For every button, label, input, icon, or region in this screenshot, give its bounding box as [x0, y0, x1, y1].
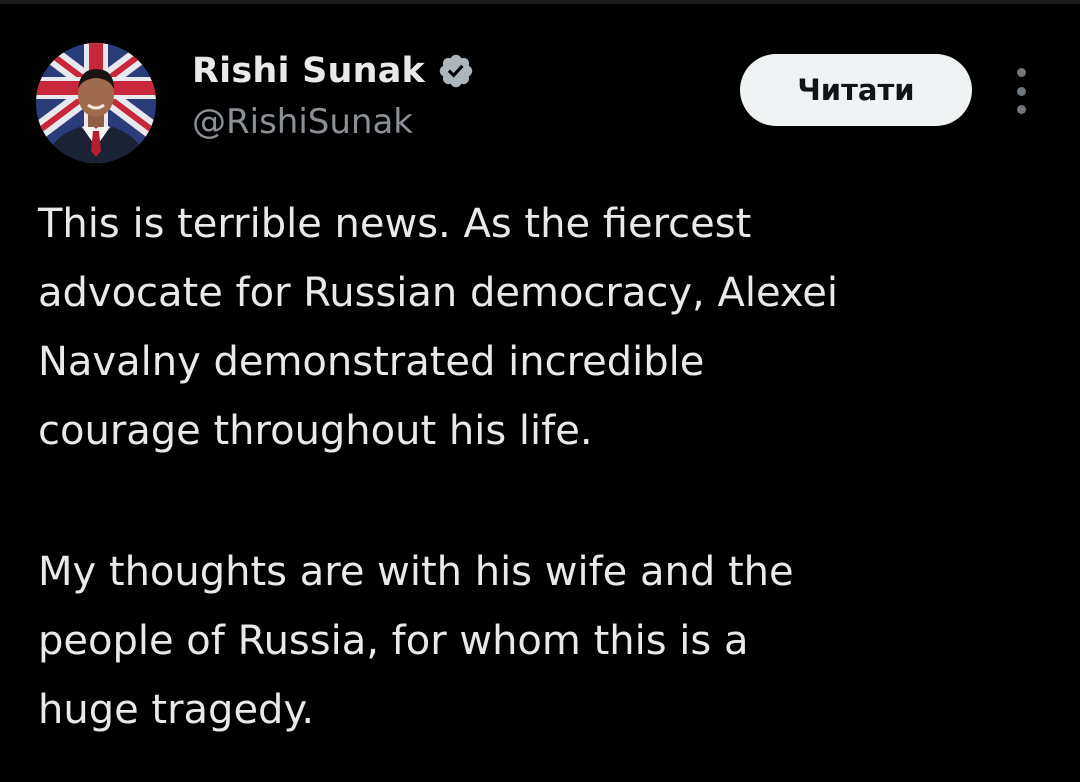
verified-badge-icon — [437, 52, 475, 90]
tweet-text-paragraph-1: This is terrible news. As the fiercest a… — [38, 201, 839, 454]
avatar[interactable] — [36, 43, 156, 163]
author-name-row: Rishi Sunak — [192, 48, 475, 94]
tweet-text-paragraph-2: My thoughts are with his wife and the pe… — [38, 549, 794, 733]
more-dot — [1016, 105, 1026, 114]
more-options-icon[interactable] — [1004, 68, 1038, 114]
follow-button[interactable]: Читати — [740, 54, 972, 126]
tweet: Rishi Sunak @RishiSunak Читати This is t… — [0, 0, 1080, 782]
author-display-name[interactable]: Rishi Sunak — [192, 51, 425, 91]
more-dot — [1016, 86, 1026, 96]
more-dot — [1016, 68, 1026, 77]
author-handle[interactable]: @RishiSunak — [192, 102, 413, 142]
avatar-photo — [36, 43, 156, 163]
